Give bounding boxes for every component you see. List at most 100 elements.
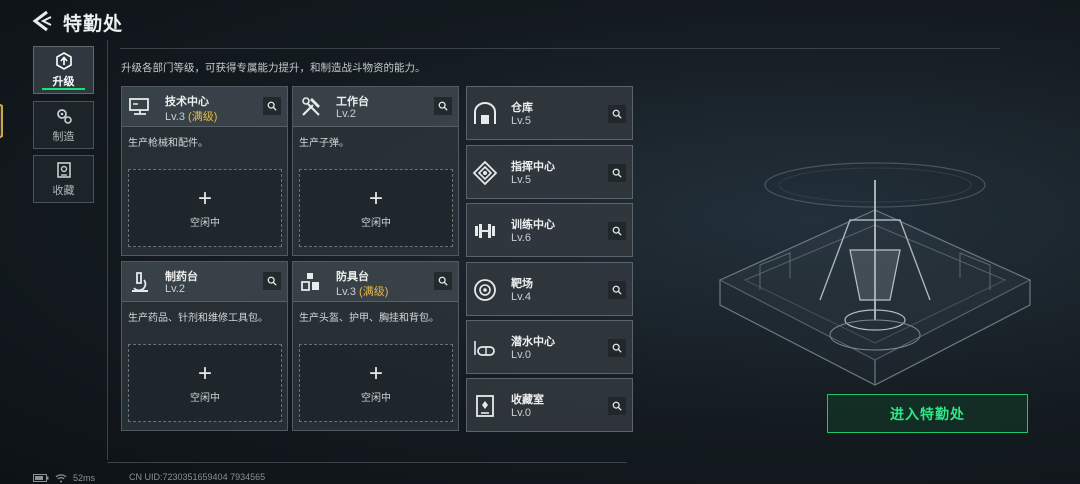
search-icon (612, 109, 622, 119)
target-icon (474, 279, 496, 301)
card-level: Lv.2 (336, 108, 356, 120)
card-name: 技术中心 (165, 96, 209, 108)
tab-label: 升级 (52, 75, 75, 88)
card-name: 靶场 (511, 278, 533, 290)
plus-icon: + (368, 184, 383, 212)
search-button[interactable] (608, 281, 626, 299)
maxed-badge: (满级) (188, 111, 218, 123)
search-icon (612, 401, 622, 411)
command-icon (472, 160, 498, 186)
search-icon (612, 343, 622, 353)
hex-badge-icon (0, 103, 3, 139)
search-button[interactable] (263, 272, 281, 290)
wifi-icon (55, 474, 67, 483)
card-collection-room[interactable]: 收藏室 Lv.0 (466, 378, 633, 432)
production-slot[interactable]: + 空闲中 (128, 169, 282, 247)
card-workbench[interactable]: 工作台 Lv.2 生产子弹。 + 空闲中 (292, 86, 459, 256)
card-name: 仓库 (511, 102, 533, 114)
card-level: Lv.3 (满级) (336, 283, 388, 299)
ping-text: 52ms (73, 473, 96, 483)
sidebar-divider (107, 40, 108, 460)
header-divider (120, 48, 1000, 49)
card-level: Lv.2 (165, 283, 185, 295)
warehouse-icon (474, 102, 496, 124)
plus-icon: + (368, 359, 383, 387)
search-button[interactable] (608, 222, 626, 240)
search-icon (612, 168, 622, 178)
card-description: 生产枪械和配件。 (128, 138, 208, 149)
card-name: 防具台 (336, 271, 369, 283)
search-button[interactable] (434, 97, 452, 115)
card-level: Lv.0 (511, 349, 531, 361)
card-diving-center[interactable]: 潜水中心 Lv.0 (466, 320, 633, 374)
production-slot[interactable]: + 空闲中 (299, 344, 453, 422)
battery-icon (33, 474, 49, 482)
search-button[interactable] (608, 397, 626, 415)
card-name: 工作台 (336, 96, 369, 108)
card-name: 潜水中心 (511, 336, 555, 348)
tab-label: 收藏 (52, 184, 75, 197)
back-arrow-icon (32, 10, 52, 32)
slot-status: 空闲中 (190, 217, 220, 229)
search-icon (438, 101, 448, 111)
enter-button-label: 进入特勤处 (890, 405, 965, 422)
base-wireframe-illustration (718, 162, 1032, 386)
search-icon (267, 101, 277, 111)
tab-upgrade[interactable]: 升级 (33, 46, 94, 94)
search-button[interactable] (608, 105, 626, 123)
card-name: 指挥中心 (511, 161, 555, 173)
boxes-icon (301, 273, 319, 291)
collection-room-icon (476, 395, 494, 417)
level-value: Lv.2 (336, 108, 356, 120)
card-pharmacy[interactable]: 制药台 Lv.2 生产药品、针剂和维修工具包。 + 空闲中 (121, 261, 288, 431)
card-name: 训练中心 (511, 219, 555, 231)
card-armor-bench[interactable]: 防具台 Lv.3 (满级) 生产头盔、护甲、胸挂和背包。 + 空闲中 (292, 261, 459, 431)
card-level: Lv.5 (511, 174, 531, 186)
card-tech-center[interactable]: 技术中心 Lv.3 (满级) 生产枪械和配件。 + 空闲中 (121, 86, 288, 256)
card-command-center[interactable]: 指挥中心 Lv.5 (466, 145, 633, 199)
maxed-badge: (满级) (359, 286, 389, 298)
back-button[interactable] (30, 9, 54, 33)
production-slot[interactable]: + 空闲中 (299, 169, 453, 247)
dumbbell-icon (475, 224, 495, 238)
search-button[interactable] (608, 339, 626, 357)
card-description: 生产子弹。 (299, 138, 349, 149)
card-training-center[interactable]: 训练中心 Lv.6 (466, 203, 633, 257)
level-value: Lv.2 (165, 283, 185, 295)
card-warehouse[interactable]: 仓库 Lv.5 (466, 86, 633, 140)
card-level: Lv.4 (511, 291, 531, 303)
plus-icon: + (197, 184, 212, 212)
slot-status: 空闲中 (190, 392, 220, 404)
level-value: Lv.3 (165, 111, 185, 123)
card-level: Lv.6 (511, 232, 531, 244)
page-title: 特勤处 (63, 14, 124, 35)
enter-special-ops-button[interactable]: 进入特勤处 (827, 394, 1028, 433)
slot-status: 空闲中 (361, 392, 391, 404)
search-button[interactable] (263, 97, 281, 115)
microscope-icon (132, 272, 148, 292)
card-shooting-range[interactable]: 靶场 Lv.4 (466, 262, 633, 316)
production-slot[interactable]: + 空闲中 (128, 344, 282, 422)
card-description: 生产药品、针剂和维修工具包。 (128, 313, 268, 324)
card-name: 收藏室 (511, 394, 544, 406)
card-description: 生产头盔、护甲、胸挂和背包。 (299, 313, 439, 324)
gears-icon (56, 108, 72, 124)
monitor-icon (129, 98, 149, 115)
card-level: Lv.3 (满级) (165, 108, 217, 124)
tools-icon (302, 97, 320, 116)
status-bar: 52ms (33, 472, 95, 484)
search-icon (438, 276, 448, 286)
footer-divider (107, 462, 627, 463)
card-level: Lv.5 (511, 115, 531, 127)
level-value: Lv.3 (336, 286, 356, 298)
collection-icon (56, 161, 71, 178)
tab-manufacture[interactable]: 制造 (33, 101, 94, 149)
card-name: 制药台 (165, 271, 198, 283)
search-button[interactable] (608, 164, 626, 182)
search-button[interactable] (434, 272, 452, 290)
diving-mask-icon (474, 341, 495, 356)
search-icon (612, 226, 622, 236)
search-icon (267, 276, 277, 286)
slot-status: 空闲中 (361, 217, 391, 229)
tab-collection[interactable]: 收藏 (33, 155, 94, 203)
